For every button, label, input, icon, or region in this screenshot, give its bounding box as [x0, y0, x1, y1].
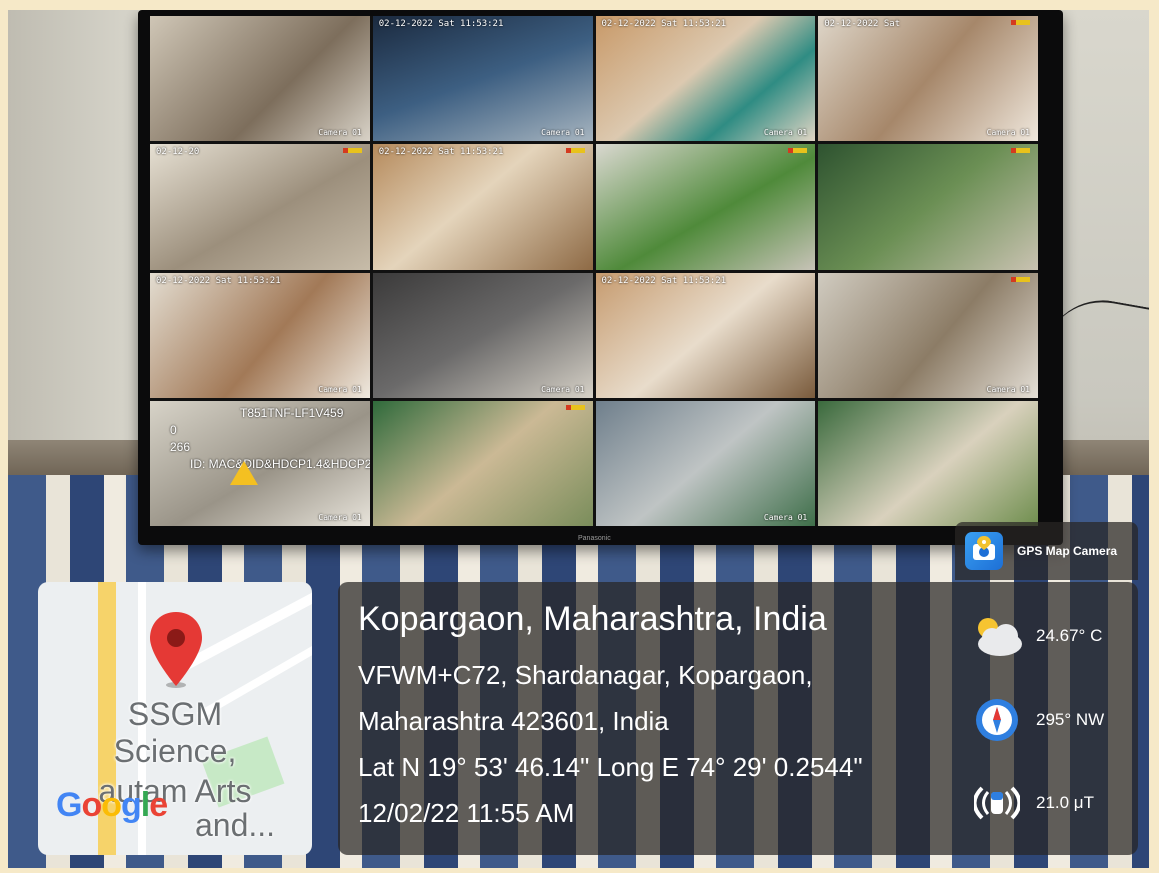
camera-timestamp: 02-12-2022 Sat 11:53:21: [601, 19, 727, 29]
cctv-grid: Camera 01 02-12-2022 Sat 11:53:21 Camera …: [150, 16, 1038, 526]
recording-indicator: [565, 148, 585, 154]
camera-label: Camera 01: [763, 128, 808, 138]
camera-timestamp: 02-12-2022 Sat 11:53:21: [156, 275, 281, 286]
camera-feed: [372, 400, 593, 526]
warning-icon: [230, 460, 258, 485]
tv-brand-logo: Panasonic: [578, 535, 611, 542]
camera-feed: T851TNF-LF1V459 0 266 ID: MAC&DID&HDCP1.…: [150, 400, 370, 526]
camera-label: Camera 01: [763, 513, 808, 522]
camera-feed: Camera 01: [818, 272, 1038, 398]
magnetic-field-value: 21.0 μT: [1036, 793, 1094, 812]
app-badge: GPS Map Camera: [955, 522, 1138, 580]
camera-feed: 02-12-2022 Sat 11:53:21 Camera 01: [595, 16, 816, 142]
camera-label: Camera 01: [986, 384, 1030, 394]
address-line: VFWM+C72, Shardanagar, Kopargaon,: [358, 660, 813, 690]
address-line: Maharashtra 423601, India: [358, 706, 669, 736]
compass-icon: [968, 697, 1026, 743]
partly-cloudy-icon: [968, 612, 1026, 660]
location-title: Kopargaon, Maharashtra, India: [358, 600, 827, 638]
recording-indicator: [1011, 276, 1030, 282]
recording-indicator: [788, 148, 808, 154]
map-pin-icon: [150, 612, 202, 688]
camera-label: Camera 01: [318, 513, 362, 522]
gps-map-camera-icon: [965, 532, 1003, 570]
camera-feed: 02-12-2022 Sat 11:53:21 Camera 01: [372, 16, 593, 142]
recording-indicator: [1011, 148, 1030, 154]
coordinates: Lat N 19° 53' 46.14" Long E 74° 29' 0.25…: [358, 752, 863, 782]
camera-label: Camera 01: [541, 384, 585, 394]
camera-label: Camera 01: [541, 128, 585, 138]
camera-timestamp: 02-12-2022 Sat 11:53:21: [601, 275, 727, 286]
recording-indicator: [342, 148, 362, 154]
osd-line: T851TNF-LF1V459: [240, 405, 344, 420]
camera-feed: Camera 01: [595, 400, 816, 526]
camera-label: Camera 01: [986, 128, 1030, 138]
camera-timestamp: 02-12-2022 Sat 11:53:21: [378, 147, 504, 158]
osd-line: 266: [170, 439, 191, 454]
camera-label: Camera 01: [318, 384, 362, 394]
wall: [8, 10, 138, 490]
tv-osd-info: T851TNF-LF1V459 0 266 ID: MAC&DID&HDCP1.…: [170, 405, 370, 473]
camera-feed: 02-12-20: [150, 144, 370, 270]
camera-feed: 02-12-2022 Sat 11:53:21: [372, 144, 593, 270]
camera-feed: Camera 01: [372, 272, 593, 398]
capture-datetime: 12/02/22 11:55 AM: [358, 798, 575, 828]
recording-indicator: [565, 404, 585, 410]
location-info-card: Kopargaon, Maharashtra, India VFWM+C72, …: [338, 582, 1138, 855]
camera-timestamp: 02-12-2022 Sat: [824, 19, 901, 29]
app-name: GPS Map Camera: [1017, 544, 1118, 558]
osd-line: 0: [170, 422, 177, 437]
recording-indicator: [1011, 20, 1030, 25]
camera-feed: 02-12-2022 Sat Camera 01: [818, 16, 1038, 142]
magnetic-field-icon: [968, 780, 1026, 826]
google-logo: Google: [56, 786, 168, 824]
camera-timestamp: 02-12-20: [156, 147, 200, 158]
location-map-thumbnail: SSGM Science, autam Arts and... Google: [38, 582, 312, 855]
osd-line: ID: MAC&DID&HDCP1.4&HDCP2.0&Vodafone&MC&…: [190, 456, 370, 471]
camera-feed: [818, 400, 1038, 526]
map-place-label: Science,: [113, 733, 237, 769]
camera-label: Camera 01: [318, 128, 362, 138]
temperature-value: 24.67° C: [1036, 626, 1103, 645]
camera-feed: [818, 144, 1038, 270]
wind-direction-value: 295° NW: [1036, 710, 1105, 729]
magnetic-field-stat: 21.0 μT: [968, 780, 1094, 826]
camera-feed: [595, 144, 816, 270]
camera-feed: Camera 01: [150, 16, 370, 142]
camera-timestamp: 02-12-2022 Sat 11:53:21: [378, 19, 504, 29]
temperature-stat: 24.67° C: [968, 612, 1102, 660]
wind-stat: 295° NW: [968, 697, 1104, 743]
tv-monitor: Camera 01 02-12-2022 Sat 11:53:21 Camera …: [138, 10, 1063, 545]
map-place-label: SSGM: [127, 696, 223, 732]
camera-feed: 02-12-2022 Sat 11:53:21: [595, 272, 816, 398]
camera-feed: 02-12-2022 Sat 11:53:21 Camera 01: [150, 272, 370, 398]
